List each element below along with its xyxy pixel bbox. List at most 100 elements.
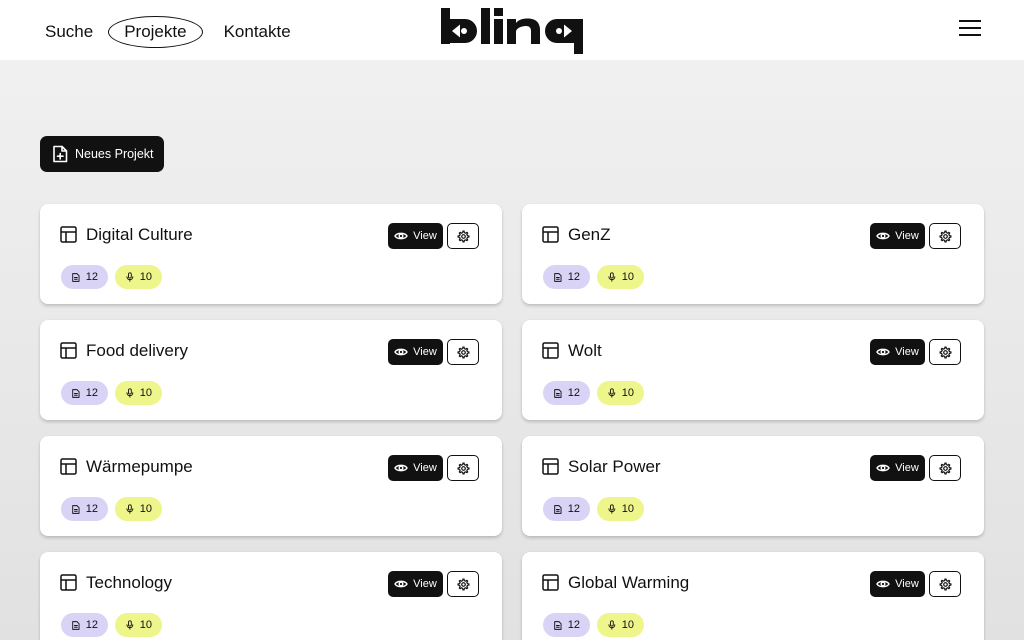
documents-badge: 12	[543, 265, 590, 289]
project-title[interactable]: Technology	[86, 573, 172, 593]
view-button[interactable]: View	[870, 455, 925, 481]
view-button[interactable]: View	[870, 571, 925, 597]
project-grid: Digital Culture View 12 10 GenZ View 12 …	[40, 204, 984, 640]
new-project-button[interactable]: Neues Projekt	[40, 136, 164, 172]
project-card: GenZ View 12 10	[522, 204, 984, 304]
layout-icon	[542, 226, 559, 243]
settings-button[interactable]	[929, 455, 961, 481]
microphone-icon	[126, 504, 134, 514]
gear-icon	[456, 345, 470, 359]
layout-icon	[60, 574, 77, 591]
audio-badge: 10	[597, 265, 644, 289]
microphone-icon	[608, 620, 616, 630]
eye-icon	[876, 580, 890, 588]
hamburger-icon-line	[959, 34, 981, 36]
project-title[interactable]: GenZ	[568, 225, 611, 245]
document-icon	[554, 388, 562, 398]
documents-badge: 12	[61, 497, 108, 521]
document-icon	[554, 504, 562, 514]
project-title[interactable]: Solar Power	[568, 457, 661, 477]
layout-icon	[60, 458, 77, 475]
gear-icon	[938, 345, 952, 359]
audio-count: 10	[139, 619, 152, 631]
top-header: Suche Projekte Kontakte	[0, 0, 1024, 60]
gear-icon	[938, 229, 952, 243]
view-label: View	[895, 230, 919, 242]
settings-button[interactable]	[929, 223, 961, 249]
layout-icon	[60, 226, 77, 243]
main-nav: Suche Projekte Kontakte	[40, 15, 302, 48]
bling-logo[interactable]	[441, 8, 583, 54]
project-card: Food delivery View 12 10	[40, 320, 502, 420]
document-icon	[72, 388, 80, 398]
audio-badge: 10	[597, 381, 644, 405]
documents-count: 12	[567, 387, 580, 399]
eye-icon	[876, 348, 890, 356]
microphone-icon	[608, 388, 616, 398]
settings-button[interactable]	[929, 339, 961, 365]
documents-badge: 12	[543, 613, 590, 637]
project-title[interactable]: Wolt	[568, 341, 602, 361]
document-icon	[72, 272, 80, 282]
eye-icon	[394, 232, 408, 240]
gear-icon	[456, 577, 470, 591]
view-button[interactable]: View	[388, 455, 443, 481]
layout-icon	[542, 574, 559, 591]
gear-icon	[456, 229, 470, 243]
documents-count: 12	[85, 387, 98, 399]
view-button[interactable]: View	[388, 339, 443, 365]
document-icon	[554, 272, 562, 282]
project-card: Digital Culture View 12 10	[40, 204, 502, 304]
settings-button[interactable]	[447, 339, 479, 365]
layout-icon	[542, 342, 559, 359]
view-label: View	[413, 578, 437, 590]
view-label: View	[895, 346, 919, 358]
documents-badge: 12	[61, 613, 108, 637]
document-icon	[554, 620, 562, 630]
view-button[interactable]: View	[388, 571, 443, 597]
documents-badge: 12	[543, 381, 590, 405]
documents-count: 12	[567, 619, 580, 631]
documents-badge: 12	[543, 497, 590, 521]
layout-icon	[542, 458, 559, 475]
nav-link-kontakte[interactable]: Kontakte	[219, 18, 296, 46]
audio-count: 10	[621, 503, 634, 515]
project-title[interactable]: Wärmepumpe	[86, 457, 193, 477]
view-button[interactable]: View	[870, 223, 925, 249]
project-title[interactable]: Food delivery	[86, 341, 188, 361]
nav-link-projekte[interactable]: Projekte	[108, 15, 203, 48]
microphone-icon	[608, 504, 616, 514]
audio-badge: 10	[597, 613, 644, 637]
microphone-icon	[126, 620, 134, 630]
nav-link-suche[interactable]: Suche	[40, 18, 98, 46]
gear-icon	[938, 577, 952, 591]
audio-badge: 10	[115, 497, 162, 521]
audio-badge: 10	[115, 265, 162, 289]
documents-count: 12	[85, 503, 98, 515]
documents-badge: 12	[61, 265, 108, 289]
project-card: Technology View 12 10	[40, 552, 502, 640]
settings-button[interactable]	[447, 223, 479, 249]
view-label: View	[413, 462, 437, 474]
hamburger-icon-line	[959, 20, 981, 22]
documents-count: 12	[85, 619, 98, 631]
view-label: View	[895, 462, 919, 474]
settings-button[interactable]	[447, 571, 479, 597]
project-title[interactable]: Digital Culture	[86, 225, 193, 245]
hamburger-icon-line	[959, 27, 981, 29]
audio-badge: 10	[115, 613, 162, 637]
view-button[interactable]: View	[870, 339, 925, 365]
audio-count: 10	[621, 387, 634, 399]
document-icon	[72, 620, 80, 630]
settings-button[interactable]	[929, 571, 961, 597]
eye-icon	[394, 580, 408, 588]
audio-count: 10	[621, 619, 634, 631]
project-title[interactable]: Global Warming	[568, 573, 689, 593]
file-plus-icon	[53, 145, 68, 163]
settings-button[interactable]	[447, 455, 479, 481]
audio-badge: 10	[115, 381, 162, 405]
hamburger-menu-button[interactable]	[958, 20, 982, 40]
view-button[interactable]: View	[388, 223, 443, 249]
documents-count: 12	[567, 503, 580, 515]
new-project-label: Neues Projekt	[75, 147, 154, 161]
